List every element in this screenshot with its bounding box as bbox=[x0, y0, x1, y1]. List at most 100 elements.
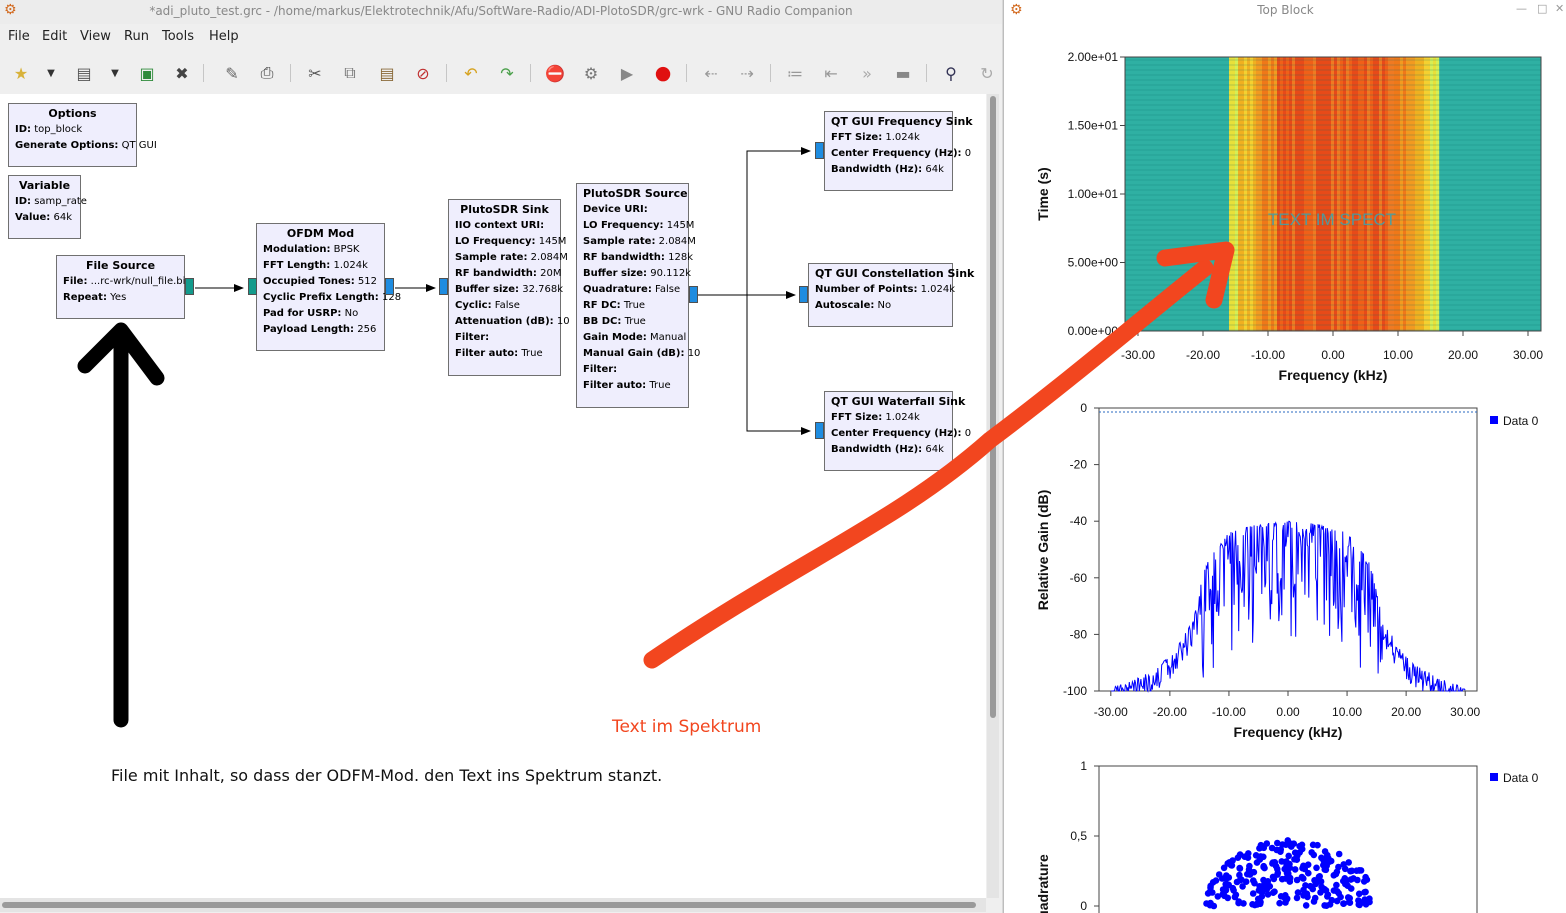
constellation-point bbox=[1278, 858, 1285, 865]
frequency-x-tick-label: 0.00 bbox=[1276, 705, 1300, 719]
constellation-point bbox=[1255, 887, 1263, 894]
constellation-point bbox=[1274, 871, 1281, 878]
constellation-point bbox=[1354, 876, 1361, 884]
frequency-x-tick-label: -20.00 bbox=[1153, 705, 1187, 719]
constellation-point bbox=[1263, 840, 1271, 847]
waterfall-x-tick-label: 10.00 bbox=[1383, 348, 1413, 362]
waterfall-y-tick-label: 2.00e+01 bbox=[1068, 50, 1119, 64]
waterfall-x-tick-label: 30.00 bbox=[1513, 348, 1543, 362]
constellation-point bbox=[1357, 867, 1365, 874]
constellation-point bbox=[1273, 846, 1280, 854]
constellation-point bbox=[1207, 884, 1214, 891]
frequency-x-tick-label: -10.00 bbox=[1212, 705, 1246, 719]
constellation-point bbox=[1296, 849, 1303, 856]
waterfall-y-label: Time (s) bbox=[1035, 167, 1051, 220]
constellation-point bbox=[1298, 873, 1306, 881]
constellation-point bbox=[1321, 902, 1328, 909]
waterfall-time-lines bbox=[1125, 59, 1541, 331]
constellation-point bbox=[1330, 887, 1338, 894]
frequency-x-tick-label: -30.00 bbox=[1094, 705, 1128, 719]
constellation-point bbox=[1266, 883, 1274, 890]
waterfall-x-label: Frequency (kHz) bbox=[1279, 367, 1388, 383]
constellation-point bbox=[1276, 899, 1283, 907]
constellation-point bbox=[1257, 853, 1265, 860]
constellation-point bbox=[1355, 890, 1363, 898]
constellation-point bbox=[1224, 894, 1232, 902]
constellation-point bbox=[1239, 883, 1246, 890]
constellation-point bbox=[1310, 898, 1318, 905]
constellation-point bbox=[1224, 860, 1231, 867]
constellation-point bbox=[1283, 895, 1291, 902]
constellation-y-tick-label: 0,5 bbox=[1070, 829, 1087, 843]
constellation-point bbox=[1296, 842, 1303, 850]
constellation-point bbox=[1260, 862, 1267, 870]
constellation-point bbox=[1279, 841, 1286, 848]
frequency-frame bbox=[1098, 407, 1478, 692]
frequency-y-ticks: 0 -20 -40 -60 -80 -100 bbox=[1063, 401, 1099, 698]
constellation-point bbox=[1214, 893, 1222, 900]
constellation-point bbox=[1344, 894, 1352, 901]
constellation-point bbox=[1225, 874, 1233, 881]
constellation-point bbox=[1347, 867, 1354, 875]
constellation-point bbox=[1215, 871, 1223, 878]
constellation-point bbox=[1236, 865, 1244, 872]
constellation-point bbox=[1347, 885, 1355, 892]
constellation-point bbox=[1272, 862, 1280, 870]
constellation-point bbox=[1222, 880, 1229, 888]
frequency-x-tick-label: 30.00 bbox=[1450, 705, 1480, 719]
constellation-point bbox=[1335, 850, 1343, 858]
constellation-point bbox=[1284, 837, 1292, 844]
frequency-x-ticks: -30.00 -20.00 -10.00 0.00 10.00 20.00 30.00 bbox=[1094, 691, 1481, 719]
waterfall-x-tick-label: 20.00 bbox=[1448, 348, 1478, 362]
constellation-point bbox=[1302, 902, 1310, 909]
waterfall-x-ticks: -30.00 -20.00 -10.00 0.00 10.00 20.00 30.00 bbox=[1121, 331, 1543, 362]
constellation-point bbox=[1240, 900, 1247, 907]
constellation-point bbox=[1324, 891, 1332, 898]
constellation-y-tick-label: 1 bbox=[1080, 759, 1087, 773]
constellation-point bbox=[1309, 841, 1317, 849]
frequency-y-tick-label: 0 bbox=[1080, 401, 1087, 415]
frequency-y-tick-label: -20 bbox=[1070, 458, 1088, 472]
constellation-point bbox=[1286, 860, 1293, 868]
constellation-y-label: Quadrature bbox=[1035, 854, 1051, 913]
constellation-point bbox=[1313, 864, 1320, 872]
waterfall-x-tick-label: -30.00 bbox=[1121, 348, 1155, 362]
waterfall-y-tick-label: 1.50e+01 bbox=[1068, 119, 1119, 133]
constellation-point bbox=[1254, 899, 1261, 907]
constellation-point bbox=[1204, 890, 1212, 897]
constellation-point bbox=[1340, 900, 1348, 907]
constellation-point bbox=[1212, 877, 1220, 884]
constellation-point bbox=[1340, 861, 1347, 868]
constellation-point bbox=[1300, 862, 1307, 870]
waterfall-x-tick-label: 0.00 bbox=[1321, 348, 1345, 362]
legend-swatch-data-0 bbox=[1490, 416, 1498, 424]
constellation-point bbox=[1234, 854, 1242, 861]
constellation-point bbox=[1246, 862, 1253, 870]
constellation-point bbox=[1356, 901, 1363, 909]
constellation-point bbox=[1305, 869, 1312, 877]
constellation-point bbox=[1333, 868, 1341, 876]
frequency-y-tick-label: -100 bbox=[1063, 684, 1087, 698]
frequency-x-label: Frequency (kHz) bbox=[1234, 724, 1343, 740]
constellation-point bbox=[1286, 874, 1294, 882]
frequency-x-tick-label: 20.00 bbox=[1391, 705, 1421, 719]
frequency-y-label: Relative Gain (dB) bbox=[1035, 490, 1051, 611]
frequency-y-tick-label: -80 bbox=[1070, 627, 1088, 641]
constellation-point bbox=[1310, 851, 1318, 859]
constellation-point bbox=[1244, 854, 1252, 861]
constellation-point bbox=[1312, 880, 1319, 888]
constellation-plot: 10,50 Quadrature Data 0 bbox=[1035, 759, 1539, 913]
legend-label-data-0: Data 0 bbox=[1503, 414, 1539, 428]
constellation-point bbox=[1258, 893, 1266, 900]
constellation-point bbox=[1322, 866, 1330, 874]
constellation-point bbox=[1302, 890, 1309, 898]
waterfall-x-tick-label: -20.00 bbox=[1186, 348, 1220, 362]
waterfall-y-tick-label: 1.00e+01 bbox=[1068, 187, 1119, 201]
waterfall-plot: TEXT IM SPECT 0.00e+00 5.00e+00 1.00e+01 1.… bbox=[1035, 50, 1543, 383]
waterfall-y-tick-label: 0.00e+00 bbox=[1068, 324, 1119, 338]
constellation-y-ticks: 10,50 bbox=[1070, 759, 1099, 913]
frequency-y-tick-label: -60 bbox=[1070, 571, 1088, 585]
constellation-point bbox=[1333, 897, 1341, 905]
spectrum-embedded-text: TEXT IM SPECT bbox=[1268, 210, 1396, 229]
constellation-point bbox=[1271, 888, 1278, 895]
